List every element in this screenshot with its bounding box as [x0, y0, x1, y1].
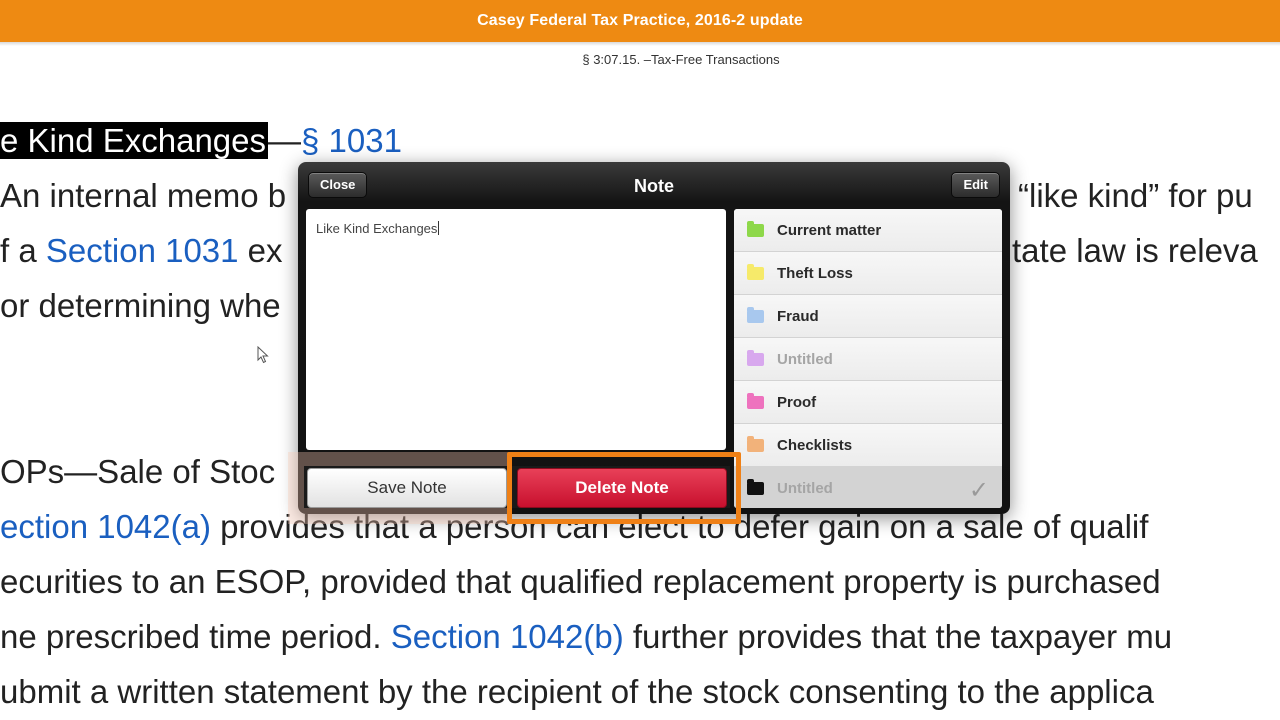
doc-line-6: ecurities to an ESOP, provided that qual… [0, 562, 1161, 602]
header-shadow [0, 42, 1280, 46]
doc-line-1-right: “like kind” for pu [1018, 176, 1253, 216]
folder-icon [747, 435, 764, 452]
folder-label: Fraud [777, 307, 819, 325]
folder-item-fraud[interactable]: Fraud [734, 295, 1002, 338]
section-1031-inline-link[interactable]: Section 1031 [46, 232, 239, 269]
doc-text: An internal memo b [0, 177, 287, 214]
esop-heading: OPs—Sale of Stoc [0, 452, 275, 492]
folder-icon [747, 220, 764, 237]
folder-item-untitled-purple[interactable]: Untitled [734, 338, 1002, 381]
checkmark-icon: ✓ [968, 477, 989, 504]
folder-item-proof[interactable]: Proof [734, 381, 1002, 424]
folder-item-current-matter[interactable]: Current matter [734, 209, 1002, 252]
folder-label: Proof [777, 393, 817, 411]
doc-line-8: ubmit a written statement by the recipie… [0, 672, 1154, 712]
doc-text: OPs—Sale of Stoc [0, 453, 276, 490]
folder-label: Theft Loss [777, 264, 853, 282]
doc-text: ex [238, 232, 283, 269]
doc-line-2: f a Section 1031 ex [0, 231, 283, 271]
doc-line-2-right: tate law is releva [1012, 231, 1258, 271]
doc-text: “like kind” for pu [1018, 177, 1253, 214]
doc-text: tate law is releva [1012, 232, 1258, 269]
mouse-pointer-icon [257, 346, 269, 364]
app-title: Casey Federal Tax Practice, 2016-2 updat… [477, 12, 803, 29]
folder-item-theft-loss[interactable]: Theft Loss [734, 252, 1002, 295]
save-note-button[interactable]: Save Note [307, 468, 507, 508]
doc-line-1: An internal memo b [0, 176, 286, 216]
doc-text: ecurities to an ESOP, provided that qual… [0, 563, 1161, 600]
folder-label: Untitled [777, 350, 833, 368]
app-header-bar: Casey Federal Tax Practice, 2016-2 updat… [0, 0, 1280, 42]
section-title: § 3:07.15. –Tax-Free Transactions [582, 52, 780, 67]
folder-label: Current matter [777, 221, 882, 239]
doc-text: ubmit a written statement by the recipie… [0, 673, 1154, 710]
section-1042a-link[interactable]: ection 1042(a) [0, 508, 211, 545]
folder-list: Current matter Theft Loss Fraud Untitled… [734, 209, 1002, 508]
folder-label: Untitled [777, 480, 833, 497]
note-text: Like Kind Exchanges [316, 221, 440, 236]
doc-line-7: ne prescribed time period. Section 1042(… [0, 617, 1172, 657]
doc-text: or determining whe [0, 287, 281, 324]
folder-label: Checklists [777, 436, 853, 454]
note-text-value: Like Kind Exchanges [316, 221, 438, 236]
section-1031-link[interactable]: § 1031 [301, 122, 402, 159]
section-1042b-link[interactable]: Section 1042(b) [391, 618, 624, 655]
heading-dash: — [268, 122, 302, 159]
folder-icon [747, 306, 764, 323]
edit-button[interactable]: Edit [951, 172, 1000, 198]
doc-line-3: or determining whe [0, 286, 281, 326]
delete-button-highlight [507, 452, 741, 524]
folder-icon [747, 392, 764, 409]
folder-item-untitled-selected[interactable]: Untitled ✓ [734, 467, 1002, 508]
folder-icon [747, 479, 764, 495]
folder-icon [747, 263, 764, 280]
note-text-area[interactable]: Like Kind Exchanges [306, 209, 726, 450]
doc-text: ne prescribed time period. [0, 618, 391, 655]
folder-item-checklists[interactable]: Checklists [734, 424, 1002, 467]
doc-heading-line: e Kind Exchanges—§ 1031 [0, 121, 402, 161]
popover-title: Note [634, 176, 674, 196]
doc-text: further provides that the taxpayer mu [623, 618, 1173, 655]
text-caret [438, 221, 440, 235]
folder-icon [747, 349, 764, 366]
highlighted-heading[interactable]: e Kind Exchanges [0, 122, 269, 159]
doc-text: f a [0, 232, 46, 269]
